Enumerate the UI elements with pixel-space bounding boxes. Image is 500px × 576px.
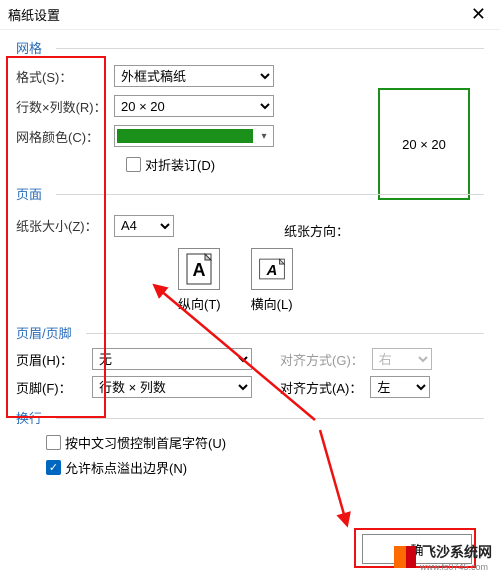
fold-label: 对折装订(D) <box>145 155 215 174</box>
watermark-url: www.fs0745.com <box>420 562 492 572</box>
aligna-select[interactable]: 左 <box>370 376 430 398</box>
portrait-button[interactable]: A 纵向(T) <box>178 248 221 313</box>
format-select[interactable]: 外框式稿纸 <box>114 65 274 87</box>
header-select[interactable]: 无 <box>92 348 252 370</box>
orientation-label: 纸张方向： <box>284 211 349 240</box>
papersize-select[interactable]: A4 <box>114 215 174 237</box>
aligng-label: 对齐方式(G)： <box>280 350 364 369</box>
svg-text:A: A <box>265 263 277 279</box>
grid-preview-text: 20 × 20 <box>402 137 446 152</box>
watermark-logo-icon <box>394 546 416 568</box>
rowscols-select[interactable]: 20 × 20 <box>114 95 274 117</box>
section-wrap: 换行 <box>16 408 484 427</box>
aligng-select: 右 <box>372 348 432 370</box>
footer-label: 页脚(F)： <box>16 378 84 397</box>
cjk-label: 按中文习惯控制首尾字符(U) <box>65 433 226 452</box>
fold-checkbox[interactable] <box>126 157 141 172</box>
header-label: 页眉(H)： <box>16 350 84 369</box>
aligna-label: 对齐方式(A)： <box>280 378 362 397</box>
section-page: 页面 <box>16 184 484 203</box>
window-title: 稿纸设置 <box>8 5 60 24</box>
close-button[interactable]: ✕ <box>465 4 492 25</box>
landscape-icon: A <box>251 248 293 290</box>
section-headerfooter: 页眉/页脚 <box>16 323 484 342</box>
format-label: 格式(S)： <box>16 67 114 86</box>
landscape-button[interactable]: A 横向(L) <box>251 248 293 313</box>
overflow-label: 允许标点溢出边界(N) <box>65 458 187 477</box>
gridcolor-swatch <box>117 129 253 143</box>
rowscols-label: 行数×列数(R)： <box>16 97 114 116</box>
landscape-label: 横向(L) <box>251 297 293 312</box>
watermark-text: 飞沙系统网 <box>422 542 492 562</box>
cjk-checkbox[interactable] <box>46 435 61 450</box>
gridcolor-label: 网格颜色(C)： <box>16 127 114 146</box>
portrait-label: 纵向(T) <box>178 297 221 312</box>
papersize-label: 纸张大小(Z)： <box>16 216 114 235</box>
watermark: 飞沙系统网 www.fs0745.com <box>394 542 492 572</box>
chevron-down-icon: ▾ <box>255 131 273 142</box>
section-grid: 网格 <box>16 38 484 57</box>
svg-text:A: A <box>193 260 206 280</box>
footer-select[interactable]: 行数 × 列数 <box>92 376 252 398</box>
portrait-icon: A <box>178 248 220 290</box>
overflow-checkbox[interactable]: ✓ <box>46 460 61 475</box>
gridcolor-select[interactable]: ▾ <box>114 125 274 147</box>
